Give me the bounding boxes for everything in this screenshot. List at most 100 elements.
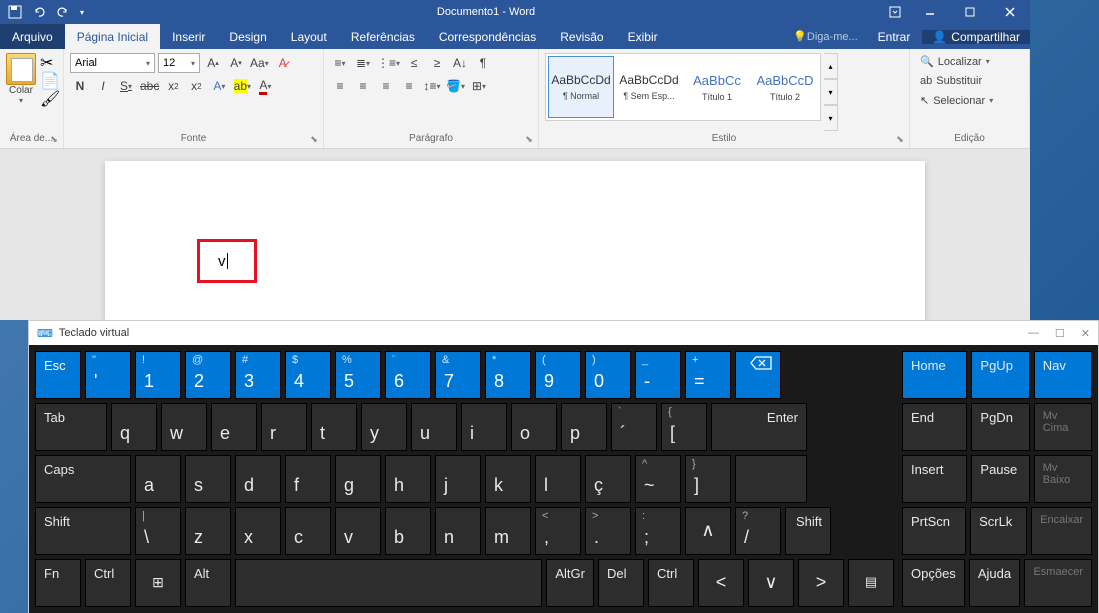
tab-arquivo[interactable]: Arquivo — [0, 24, 65, 49]
key-shift-left[interactable]: Shift — [35, 507, 131, 555]
replace-button[interactable]: abSubstituir — [916, 73, 1023, 89]
decrease-indent-button[interactable]: ≤ — [404, 53, 424, 73]
align-center-button[interactable]: ≡ — [353, 76, 373, 96]
key-shift-right[interactable]: Shift — [785, 507, 831, 555]
styles-up-button[interactable]: ▴ — [824, 53, 838, 79]
shrink-font-button[interactable]: A▾ — [226, 53, 246, 73]
redo-icon[interactable] — [56, 5, 70, 19]
key-p[interactable]: p — [561, 403, 607, 451]
key-s[interactable]: s — [185, 455, 231, 503]
document-page[interactable]: v — [105, 161, 925, 320]
cut-icon[interactable]: ✂ — [40, 53, 56, 69]
key-space[interactable] — [235, 559, 542, 607]
key-i[interactable]: i — [461, 403, 507, 451]
osk-close-button[interactable]: ✕ — [1081, 327, 1090, 340]
key-left[interactable]: < — [698, 559, 744, 607]
clipboard-launcher[interactable]: ⬊ — [48, 133, 60, 145]
styles-more-button[interactable]: ▾ — [824, 105, 838, 131]
osk-title-bar[interactable]: ⌨ Teclado virtual — ☐ ✕ — [29, 321, 1098, 345]
key-8[interactable]: *8 — [485, 351, 531, 399]
key-7[interactable]: &7 — [435, 351, 481, 399]
font-launcher[interactable]: ⬊ — [308, 133, 320, 145]
signin-button[interactable]: Entrar — [866, 30, 923, 44]
key-up[interactable]: ∧ — [685, 507, 731, 555]
key-alt[interactable]: Alt — [185, 559, 231, 607]
key-h[interactable]: h — [385, 455, 431, 503]
highlight-button[interactable]: ab▾ — [232, 76, 252, 96]
key-b[interactable]: b — [385, 507, 431, 555]
key-q[interactable]: q — [111, 403, 157, 451]
key-nav[interactable]: Nav — [1034, 351, 1092, 399]
maximize-button[interactable] — [950, 0, 990, 24]
italic-button[interactable]: I — [93, 76, 113, 96]
key-bracket-close[interactable]: }] — [685, 455, 731, 503]
key-pgdn[interactable]: PgDn — [971, 403, 1029, 451]
key-t[interactable]: t — [311, 403, 357, 451]
tab-referencias[interactable]: Referências — [339, 24, 427, 49]
key-w[interactable]: w — [161, 403, 207, 451]
key-4[interactable]: $4 — [285, 351, 331, 399]
tab-revisao[interactable]: Revisão — [548, 24, 615, 49]
key-comma[interactable]: <, — [535, 507, 581, 555]
tab-layout[interactable]: Layout — [279, 24, 339, 49]
find-button[interactable]: 🔍Localizar▾ — [916, 53, 1023, 70]
style-titulo1[interactable]: AaBbCc Título 1 — [684, 56, 750, 118]
style-titulo2[interactable]: AaBbCcD Título 2 — [752, 56, 818, 118]
tab-inserir[interactable]: Inserir — [160, 24, 217, 49]
key-quote[interactable]: "' — [85, 351, 131, 399]
key-opcoes[interactable]: Opções — [902, 559, 965, 607]
key-o[interactable]: o — [511, 403, 557, 451]
key-0[interactable]: )0 — [585, 351, 631, 399]
select-button[interactable]: ↖Selecionar▾ — [916, 92, 1023, 109]
key-j[interactable]: j — [435, 455, 481, 503]
key-insert[interactable]: Insert — [902, 455, 967, 503]
key-enter[interactable]: Enter — [711, 403, 807, 451]
key-cedilla[interactable]: ç — [585, 455, 631, 503]
key-m[interactable]: m — [485, 507, 531, 555]
key-3[interactable]: #3 — [235, 351, 281, 399]
borders-button[interactable]: ⊞▾ — [469, 76, 489, 96]
key-minus[interactable]: _- — [635, 351, 681, 399]
key-c[interactable]: c — [285, 507, 331, 555]
key-g[interactable]: g — [335, 455, 381, 503]
key-scrlk[interactable]: ScrLk — [970, 507, 1027, 555]
font-size-combo[interactable]: 12▾ — [158, 53, 200, 73]
align-left-button[interactable]: ≡ — [330, 76, 350, 96]
key-e[interactable]: e — [211, 403, 257, 451]
key-slash[interactable]: ?/ — [735, 507, 781, 555]
line-spacing-button[interactable]: ↕≡▾ — [422, 76, 442, 96]
share-button[interactable]: 👤Compartilhar — [922, 30, 1030, 44]
key-ctrl-left[interactable]: Ctrl — [85, 559, 131, 607]
text-effects-button[interactable]: A▾ — [209, 76, 229, 96]
key-accent[interactable]: `´ — [611, 403, 657, 451]
key-l[interactable]: l — [535, 455, 581, 503]
style-normal[interactable]: AaBbCcDd ¶ Normal — [548, 56, 614, 118]
key-2[interactable]: @2 — [185, 351, 231, 399]
key-d[interactable]: d — [235, 455, 281, 503]
key-altgr[interactable]: AltGr — [546, 559, 594, 607]
shading-button[interactable]: 🪣▾ — [445, 76, 466, 96]
tab-pagina-inicial[interactable]: Página Inicial — [65, 24, 160, 49]
key-fn[interactable]: Fn — [35, 559, 81, 607]
justify-button[interactable]: ≡ — [399, 76, 419, 96]
tab-exibir[interactable]: Exibir — [616, 24, 670, 49]
multilevel-button[interactable]: ⋮≡▾ — [376, 53, 401, 73]
key-period[interactable]: >. — [585, 507, 631, 555]
clear-formatting-button[interactable]: A̷ — [273, 53, 293, 73]
key-r[interactable]: r — [261, 403, 307, 451]
osk-maximize-button[interactable]: ☐ — [1055, 327, 1065, 340]
strikethrough-button[interactable]: abc — [139, 76, 160, 96]
key-end[interactable]: End — [902, 403, 967, 451]
key-prtscn[interactable]: PrtScn — [902, 507, 966, 555]
font-color-button[interactable]: A▾ — [255, 76, 275, 96]
bold-button[interactable]: N — [70, 76, 90, 96]
key-n[interactable]: n — [435, 507, 481, 555]
change-case-button[interactable]: Aa▾ — [249, 53, 270, 73]
increase-indent-button[interactable]: ≥ — [427, 53, 447, 73]
qat-dropdown-icon[interactable]: ▾ — [80, 8, 84, 17]
key-tilde[interactable]: ^~ — [635, 455, 681, 503]
key-windows[interactable]: ⊞ — [135, 559, 181, 607]
key-equals[interactable]: += — [685, 351, 731, 399]
key-bracket-open[interactable]: {[ — [661, 403, 707, 451]
key-u[interactable]: u — [411, 403, 457, 451]
